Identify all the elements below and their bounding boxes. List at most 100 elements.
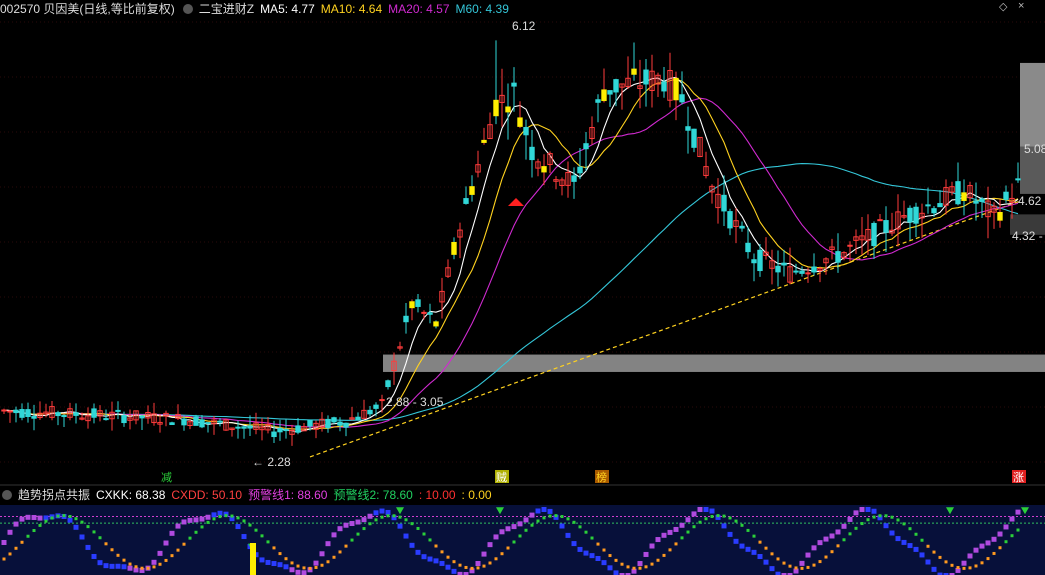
osc-bar <box>811 545 817 551</box>
osc-bar <box>799 560 805 566</box>
candle-body <box>25 409 31 418</box>
candle-body <box>571 175 577 182</box>
osc-dot <box>788 564 792 568</box>
osc-bar <box>991 536 997 542</box>
candle-body <box>847 244 853 247</box>
osc-dot <box>80 520 84 524</box>
osc-dot <box>404 518 408 522</box>
osc-bar <box>529 512 535 518</box>
osc-dot <box>452 560 456 564</box>
osc-dot <box>302 566 306 570</box>
candle-body <box>283 429 289 432</box>
candle-body <box>685 126 691 131</box>
osc-dot <box>794 566 798 570</box>
osc-bar <box>31 514 37 520</box>
osc-bar <box>661 532 667 538</box>
osc-dot <box>494 557 498 561</box>
candle-body <box>601 89 607 102</box>
osc-bar <box>769 566 775 572</box>
osc-bar <box>901 539 907 545</box>
osc-dot <box>98 536 102 540</box>
osc-bar <box>409 542 415 548</box>
osc-dot <box>446 555 450 559</box>
candle-body <box>205 422 211 425</box>
collapse-icon[interactable]: ◇ <box>999 0 1007 13</box>
osc-bar <box>415 549 421 555</box>
candle-body <box>217 420 223 423</box>
osc-dot <box>362 527 366 531</box>
osc-dot <box>686 530 690 534</box>
osc-bar <box>517 521 523 527</box>
dropdown-icon[interactable] <box>182 4 193 14</box>
osc-bar <box>115 563 121 569</box>
osc-bar <box>151 559 157 565</box>
osc-dot <box>458 563 462 567</box>
candle-body <box>643 69 649 85</box>
osc-dot <box>716 514 720 518</box>
osc-dot <box>158 562 162 566</box>
osc-bar <box>283 564 289 570</box>
osc-bar <box>211 512 217 518</box>
candle-body <box>721 194 727 212</box>
osc-dot <box>980 561 984 565</box>
osc-dot <box>590 536 594 540</box>
osc-bar <box>835 529 841 535</box>
osc-dot <box>296 564 300 568</box>
osc-bar <box>685 517 691 523</box>
osc-bar <box>97 560 103 566</box>
osc-bar <box>703 507 709 512</box>
osc-dot <box>224 514 228 518</box>
osc-dot <box>272 546 276 550</box>
close-icon[interactable]: × <box>1018 0 1024 12</box>
osc-dot <box>728 516 732 520</box>
osc-bar <box>865 507 871 512</box>
osc-dot <box>182 542 186 546</box>
candle-body <box>775 265 781 273</box>
candle-body <box>511 82 517 87</box>
candle-body <box>493 99 499 117</box>
osc-dot <box>488 561 492 565</box>
candle-body <box>193 416 199 426</box>
osc-bar <box>595 555 601 561</box>
osc-bar <box>691 511 697 517</box>
osc-dot <box>308 566 312 570</box>
osc-bar <box>439 560 445 566</box>
osc-dot <box>1010 534 1014 538</box>
osc-bar <box>7 529 13 535</box>
band-range-label: 2.88 - 3.05 <box>386 395 444 409</box>
osc-bar <box>601 560 607 566</box>
osc-bar <box>649 543 655 549</box>
osc-dot <box>932 550 936 554</box>
osc-bar <box>745 546 751 552</box>
osc-dot <box>560 515 564 519</box>
osc-bar <box>817 540 823 546</box>
osc-dot <box>674 542 678 546</box>
candle-body <box>7 410 13 413</box>
osc-dot <box>602 548 606 552</box>
osc-bar <box>667 529 673 535</box>
osc-dot <box>8 552 12 556</box>
candle-body <box>277 428 283 433</box>
candle-body <box>529 146 535 161</box>
osc-dot <box>620 562 624 566</box>
osc-dot <box>164 558 168 562</box>
candle-body <box>805 272 811 275</box>
candle-body <box>235 426 241 429</box>
osc-bar <box>871 508 877 514</box>
osc-dot <box>752 534 756 538</box>
osc-dot <box>218 515 222 519</box>
osc-bar <box>277 562 283 568</box>
osc-bar <box>67 517 73 523</box>
osc-bar <box>373 510 379 516</box>
osc-bar <box>127 565 133 571</box>
support-band <box>383 354 1045 372</box>
sub-dropdown-icon[interactable] <box>2 490 12 500</box>
sub-indicator-name[interactable]: 趋势拐点共振 <box>18 488 90 502</box>
candle-body <box>73 412 79 416</box>
indicator-name[interactable]: 二宝进财Z <box>199 2 254 16</box>
candle-body <box>373 404 379 409</box>
candle-body <box>541 166 547 173</box>
osc-dot <box>902 522 906 526</box>
osc-bar <box>757 553 763 559</box>
osc-bar <box>157 550 163 556</box>
